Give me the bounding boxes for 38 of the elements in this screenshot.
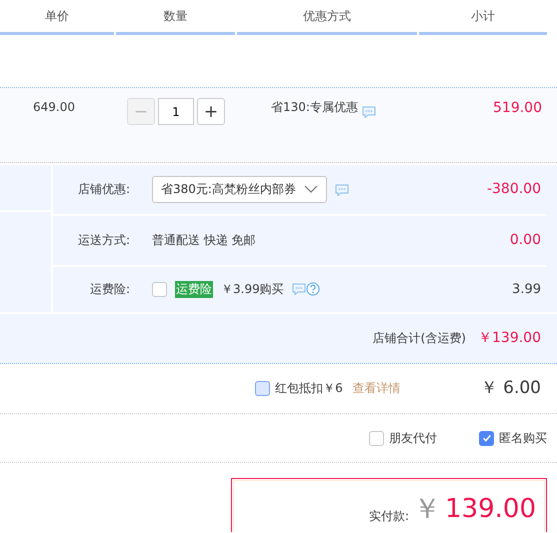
amount: -380.00 <box>486 181 541 198</box>
subtotal: 519.00 <box>493 100 542 117</box>
payment-amount: 139.00 <box>445 495 536 524</box>
plus-button[interactable]: + <box>197 98 225 125</box>
check-icon <box>480 432 492 444</box>
coupon-select[interactable]: 省380元:高梵粉丝内部券 <box>152 176 327 203</box>
amount: 3.99 <box>512 282 541 298</box>
checkbox[interactable] <box>479 430 494 446</box>
option-label: 朋友代付 <box>389 430 437 446</box>
bonus-amount: ￥ 6.00 <box>480 378 541 399</box>
bonus-label: 红包抵扣￥6 <box>275 381 343 396</box>
amount: 0.00 <box>510 232 541 249</box>
column-header: 优惠方式 <box>237 0 417 35</box>
field-label: 运送方式: <box>76 233 130 248</box>
column-header: 数量 <box>116 0 235 35</box>
option-label: 匿名购买 <box>499 430 547 446</box>
checkbox[interactable] <box>152 282 167 297</box>
quantity-field[interactable]: 1 <box>158 98 194 125</box>
unit-price: 649.00 <box>33 100 75 114</box>
chat-icon[interactable] <box>292 283 306 296</box>
help-icon[interactable] <box>306 282 320 296</box>
checkbox[interactable] <box>369 430 384 446</box>
shop-total: ￥139.00 <box>478 330 541 347</box>
total-label: 店铺合计(含运费) <box>372 331 466 346</box>
payment-label: 实付款: <box>368 509 410 524</box>
shipping-text: 普通配送 快递 免邮 <box>152 233 256 248</box>
column-header: 单价 <box>0 0 114 35</box>
chat-icon[interactable] <box>362 106 376 118</box>
insurance-tag: 运费险 <box>175 281 213 298</box>
column-header: 小计 <box>419 0 547 35</box>
insurance-price: ￥3.99购买 <box>221 282 284 297</box>
field-label: 店铺优惠: <box>76 182 130 197</box>
checkbox[interactable] <box>255 381 270 396</box>
discount-text: 省130:专属优惠 <box>271 100 358 114</box>
field-label: 运费险: <box>88 282 130 297</box>
currency-sign: ￥ <box>413 495 442 523</box>
chat-icon[interactable] <box>334 184 349 196</box>
caret-icon <box>304 185 318 194</box>
